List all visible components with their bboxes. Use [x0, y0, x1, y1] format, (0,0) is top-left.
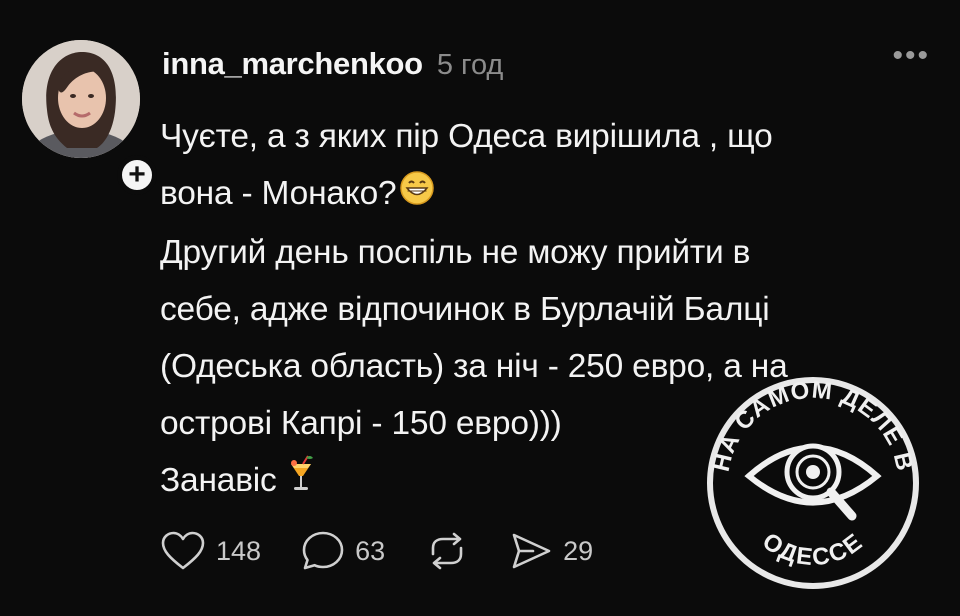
eye-logo-icon	[744, 443, 882, 521]
thread-post: + inna_marchenkoo 5 год ••• Чуєте, а з я…	[0, 0, 960, 616]
heart-icon	[160, 531, 206, 571]
watermark-bottom-text: ОДЕССЕ	[757, 528, 866, 572]
username[interactable]: inna_marchenkoo	[162, 46, 423, 82]
post-line-2: вона - Монако?	[160, 165, 940, 224]
send-icon	[509, 530, 553, 572]
grinning-face-icon	[399, 167, 435, 224]
post-line-1: Чуєте, а з яких пір Одеса вирішила , що	[160, 118, 773, 155]
tropical-drink-icon	[288, 453, 314, 510]
post-line-3: Другий день поспіль не можу прийти в	[160, 233, 751, 271]
repost-icon	[425, 530, 469, 572]
follow-plus-button[interactable]: +	[117, 155, 157, 195]
action-bar: 148 63 29	[160, 526, 633, 576]
repost-button[interactable]	[425, 530, 469, 572]
post-header: inna_marchenkoo 5 год •••	[162, 41, 930, 86]
timestamp: 5 год	[436, 49, 504, 81]
comment-button[interactable]: 63	[301, 530, 385, 572]
like-button[interactable]: 148	[160, 531, 261, 571]
share-button[interactable]: 29	[509, 530, 593, 572]
svg-text:ОДЕССЕ: ОДЕССЕ	[757, 528, 868, 572]
like-count: 148	[216, 535, 262, 566]
comment-count: 63	[355, 535, 386, 566]
share-count: 29	[563, 535, 594, 566]
more-options-icon[interactable]: •••	[892, 41, 930, 71]
post-line-4: себе, адже відпочинок в Бурлачій Балці	[160, 290, 770, 328]
comment-bubble-icon	[301, 530, 345, 572]
watermark-seal: НА САМОМ ДЕЛЕ В ОДЕССЕ	[694, 364, 932, 602]
avatar[interactable]	[22, 40, 140, 158]
author-avatar-block: +	[22, 40, 157, 195]
